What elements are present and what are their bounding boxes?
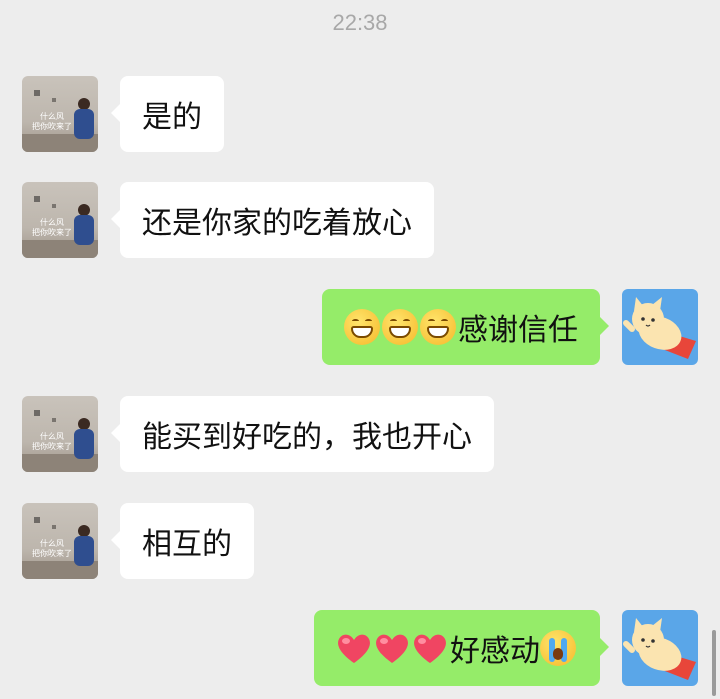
- photo-wall-frame: [34, 196, 40, 202]
- message-row: 什么风 把你吹来了 是的: [0, 76, 720, 152]
- message-bubble-outgoing[interactable]: 感谢信任: [322, 289, 609, 365]
- heart-icon: [374, 631, 410, 665]
- contact-avatar[interactable]: 什么风 把你吹来了: [22, 182, 98, 258]
- message-bubble-incoming[interactable]: 相互的: [111, 503, 254, 579]
- message-text: 好感动: [450, 634, 540, 669]
- heart-icon: [412, 631, 448, 665]
- scrollbar[interactable]: [712, 630, 716, 696]
- my-avatar[interactable]: [622, 289, 698, 365]
- photo-wall-frame: [52, 525, 56, 529]
- message-text: 还是你家的吃着放心: [142, 206, 412, 241]
- avatar-caption: 什么风 把你吹来了: [32, 539, 72, 558]
- photo-wall-frame: [34, 410, 40, 416]
- contact-avatar[interactable]: 什么风 把你吹来了: [22, 503, 98, 579]
- message-bubble-outgoing[interactable]: 好感动: [314, 610, 609, 686]
- message-text: 感谢信任: [458, 313, 578, 348]
- message-row: 什么风 把你吹来了 相互的: [0, 503, 720, 579]
- photo-wall-frame: [52, 418, 56, 422]
- timestamp: 22:38: [332, 10, 388, 35]
- my-avatar[interactable]: [622, 610, 698, 686]
- message-bubble-incoming[interactable]: 能买到好吃的，我也开心: [111, 396, 494, 472]
- contact-avatar[interactable]: 什么风 把你吹来了: [22, 76, 98, 152]
- photo-wall-frame: [34, 517, 40, 523]
- avatar-caption: 什么风 把你吹来了: [32, 218, 72, 237]
- message-row: 感谢信任: [0, 289, 720, 365]
- flying-cat-avatar: [623, 618, 696, 680]
- photo-wall-frame: [52, 204, 56, 208]
- message-text: 能买到好吃的，我也开心: [142, 420, 472, 455]
- message-bubble-incoming[interactable]: 还是你家的吃着放心: [111, 182, 434, 258]
- flying-cat-avatar: [623, 297, 696, 359]
- grin-icon: [344, 309, 380, 345]
- avatar-caption: 什么风 把你吹来了: [32, 432, 72, 451]
- photo-wall-frame: [52, 98, 56, 102]
- message-text: 相互的: [142, 527, 232, 562]
- grin-icon: [382, 309, 418, 345]
- photo-wall-frame: [34, 90, 40, 96]
- message-bubble-incoming[interactable]: 是的: [111, 76, 224, 152]
- contact-avatar[interactable]: 什么风 把你吹来了: [22, 396, 98, 472]
- avatar-caption: 什么风 把你吹来了: [32, 112, 72, 131]
- message-row: 什么风 把你吹来了 能买到好吃的，我也开心: [0, 396, 720, 472]
- message-row: 什么风 把你吹来了 还是你家的吃着放心: [0, 182, 720, 258]
- grin-icon: [420, 309, 456, 345]
- message-text: 是的: [142, 100, 202, 135]
- heart-icon: [336, 631, 372, 665]
- crying-icon: [540, 630, 576, 666]
- message-row: 好感动: [0, 610, 720, 686]
